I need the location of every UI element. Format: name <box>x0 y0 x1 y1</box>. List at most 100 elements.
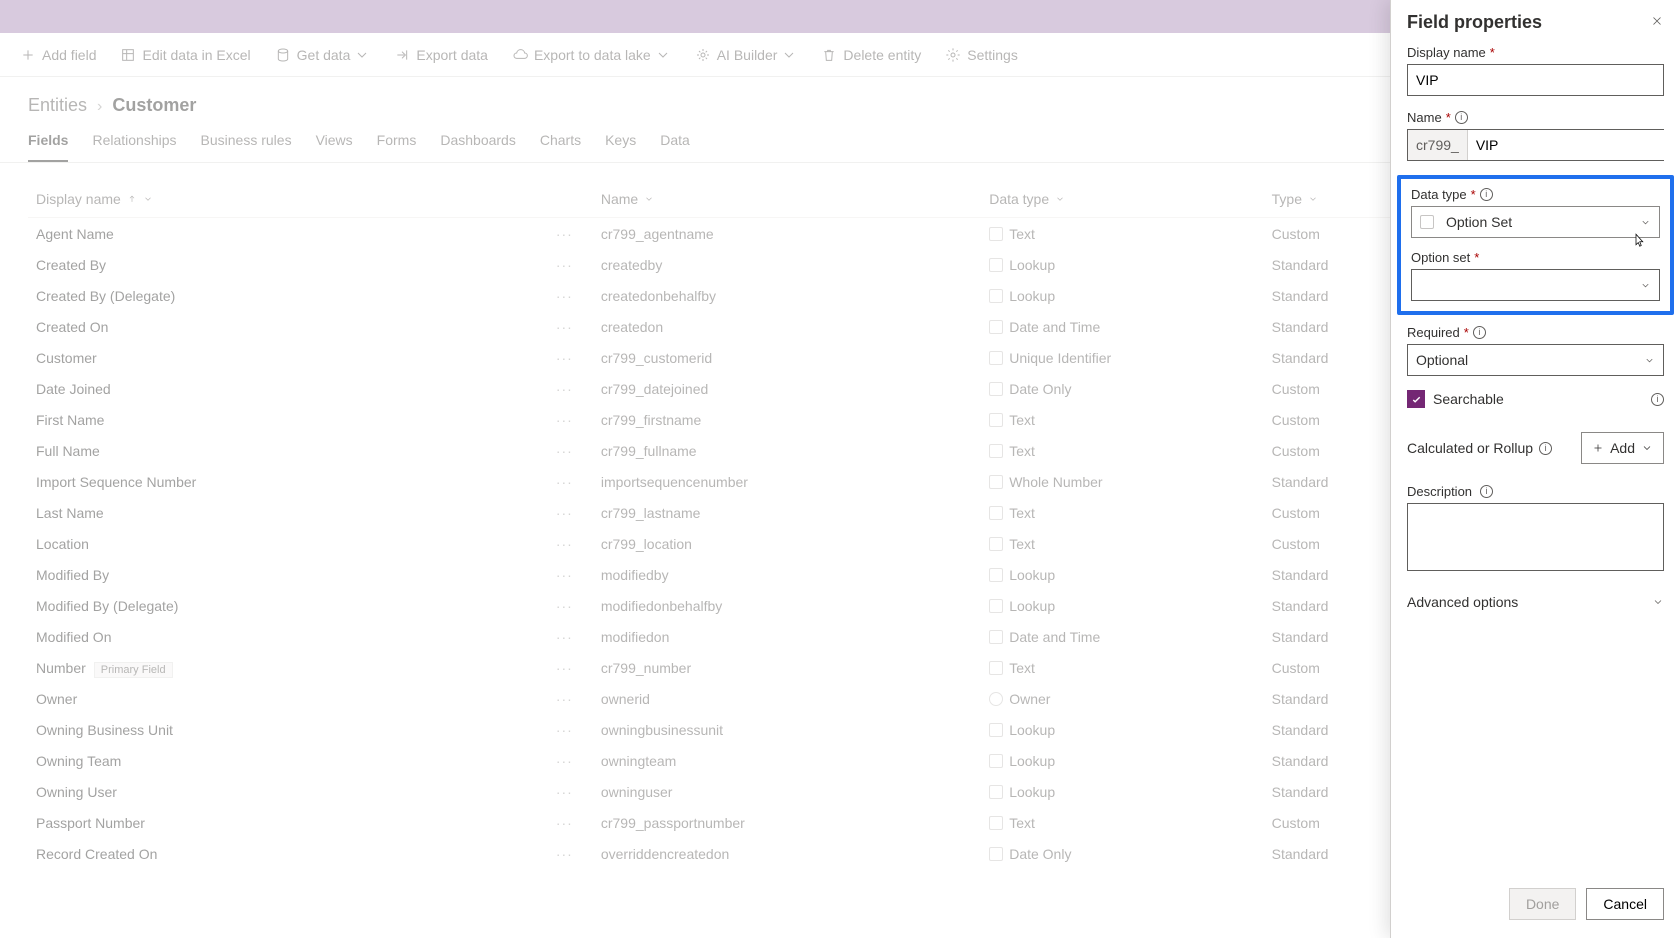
row-menu-button[interactable]: ··· <box>522 838 593 869</box>
tab-dashboards[interactable]: Dashboards <box>440 122 516 162</box>
required-value: Optional <box>1416 352 1468 368</box>
tab-forms[interactable]: Forms <box>377 122 417 162</box>
column-data-type[interactable]: Data type <box>989 191 1065 207</box>
cell-display-name: NumberPrimary Field <box>28 652 522 683</box>
sort-up-icon <box>127 194 137 204</box>
cell-data-type: Lookup <box>981 590 1263 621</box>
cell-name: cr799_agentname <box>593 218 981 250</box>
edit-in-excel-button[interactable]: Edit data in Excel <box>110 33 260 76</box>
info-icon[interactable]: i <box>1651 393 1664 406</box>
cell-name: cr799_firstname <box>593 404 981 435</box>
info-icon[interactable]: i <box>1480 485 1493 498</box>
add-field-button[interactable]: Add field <box>10 33 106 76</box>
data-type-icon <box>989 754 1003 768</box>
row-menu-button[interactable]: ··· <box>522 435 593 466</box>
row-menu-button[interactable]: ··· <box>522 776 593 807</box>
data-type-value: Option Set <box>1446 214 1512 230</box>
cell-data-type: Lookup <box>981 745 1263 776</box>
cell-display-name: Record Created On <box>28 838 522 869</box>
row-menu-button[interactable]: ··· <box>522 342 593 373</box>
cell-data-type: Date and Time <box>981 311 1263 342</box>
cell-name: owninguser <box>593 776 981 807</box>
get-data-button[interactable]: Get data <box>265 33 381 76</box>
info-icon[interactable]: i <box>1480 188 1493 201</box>
row-menu-button[interactable]: ··· <box>522 280 593 311</box>
row-menu-button[interactable]: ··· <box>522 590 593 621</box>
info-icon[interactable]: i <box>1473 326 1486 339</box>
column-display-name[interactable]: Display name <box>36 191 153 207</box>
done-button[interactable]: Done <box>1509 888 1576 920</box>
data-type-icon <box>989 382 1003 396</box>
row-menu-button[interactable]: ··· <box>522 466 593 497</box>
column-display-name-label: Display name <box>36 191 121 207</box>
cell-display-name: Modified By <box>28 559 522 590</box>
chevron-down-icon <box>143 194 153 204</box>
row-menu-button[interactable]: ··· <box>522 218 593 250</box>
row-menu-button[interactable]: ··· <box>522 621 593 652</box>
row-menu-button[interactable]: ··· <box>522 745 593 776</box>
cell-data-type: Whole Number <box>981 466 1263 497</box>
required-asterisk: * <box>1464 325 1469 340</box>
primary-field-badge: Primary Field <box>94 662 173 678</box>
row-menu-button[interactable]: ··· <box>522 683 593 714</box>
info-icon[interactable]: i <box>1455 111 1468 124</box>
settings-button[interactable]: Settings <box>935 33 1028 76</box>
cell-name: owningteam <box>593 745 981 776</box>
cell-display-name: Import Sequence Number <box>28 466 522 497</box>
tab-keys[interactable]: Keys <box>605 122 636 162</box>
cell-name: createdonbehalfby <box>593 280 981 311</box>
tab-business-rules[interactable]: Business rules <box>201 122 292 162</box>
tab-charts[interactable]: Charts <box>540 122 581 162</box>
cell-display-name: Agent Name <box>28 218 522 250</box>
name-input[interactable] <box>1468 130 1665 160</box>
row-menu-button[interactable]: ··· <box>522 807 593 838</box>
row-menu-button[interactable]: ··· <box>522 249 593 280</box>
data-type-select[interactable]: Option Set <box>1411 206 1660 238</box>
export-data-label: Export data <box>416 47 488 63</box>
info-icon[interactable]: i <box>1539 442 1552 455</box>
searchable-checkbox[interactable] <box>1407 390 1425 408</box>
column-type[interactable]: Type <box>1272 191 1318 207</box>
row-menu-button[interactable]: ··· <box>522 714 593 745</box>
tab-fields[interactable]: Fields <box>28 122 68 162</box>
cell-display-name: Owning User <box>28 776 522 807</box>
row-menu-button[interactable]: ··· <box>522 373 593 404</box>
cell-name: createdon <box>593 311 981 342</box>
description-textarea[interactable] <box>1407 503 1664 571</box>
data-type-icon <box>989 413 1003 427</box>
export-data-button[interactable]: Export data <box>384 33 498 76</box>
cell-name: overriddencreatedon <box>593 838 981 869</box>
advanced-options-toggle[interactable]: Advanced options <box>1407 588 1664 616</box>
row-menu-button[interactable]: ··· <box>522 528 593 559</box>
add-field-label: Add field <box>42 47 96 63</box>
row-menu-button[interactable]: ··· <box>522 652 593 683</box>
cell-name: cr799_location <box>593 528 981 559</box>
cell-data-type: Text <box>981 528 1263 559</box>
cell-name: modifiedby <box>593 559 981 590</box>
add-calc-button[interactable]: Add <box>1581 432 1664 464</box>
chevron-down-icon <box>644 194 654 204</box>
row-menu-button[interactable]: ··· <box>522 404 593 435</box>
required-select[interactable]: Optional <box>1407 344 1664 376</box>
row-menu-button[interactable]: ··· <box>522 497 593 528</box>
tab-data[interactable]: Data <box>660 122 690 162</box>
cell-name: createdby <box>593 249 981 280</box>
data-type-icon <box>989 723 1003 737</box>
row-menu-button[interactable]: ··· <box>522 559 593 590</box>
breadcrumb-parent[interactable]: Entities <box>28 95 87 116</box>
tab-relationships[interactable]: Relationships <box>92 122 176 162</box>
panel-title: Field properties <box>1407 12 1542 33</box>
close-panel-button[interactable] <box>1650 14 1664 31</box>
tab-views[interactable]: Views <box>316 122 353 162</box>
option-set-select[interactable] <box>1411 269 1660 301</box>
delete-entity-button[interactable]: Delete entity <box>811 33 931 76</box>
row-menu-button[interactable]: ··· <box>522 311 593 342</box>
cancel-button[interactable]: Cancel <box>1586 888 1664 920</box>
cell-display-name: Created By (Delegate) <box>28 280 522 311</box>
column-name[interactable]: Name <box>601 191 654 207</box>
cell-name: cr799_passportnumber <box>593 807 981 838</box>
ai-builder-button[interactable]: AI Builder <box>685 33 808 76</box>
export-data-lake-button[interactable]: Export to data lake <box>502 33 681 76</box>
display-name-input[interactable] <box>1407 64 1664 96</box>
column-type-label: Type <box>1272 191 1302 207</box>
